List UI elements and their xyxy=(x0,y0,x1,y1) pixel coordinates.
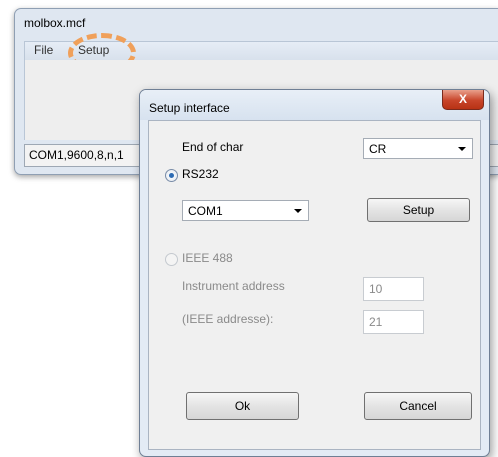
chevron-down-icon xyxy=(458,147,466,151)
rs232-label: RS232 xyxy=(182,167,219,181)
menu-bar: File Setup xyxy=(24,33,498,73)
cancel-button[interactable]: Cancel xyxy=(364,392,472,420)
com-port-value: COM1 xyxy=(188,204,223,218)
setup-interface-dialog: Setup interface X End of char CR RS232 C… xyxy=(139,89,490,457)
dialog-body: End of char CR RS232 COM1 Setup IEEE 488… xyxy=(148,120,481,450)
close-icon: X xyxy=(458,92,467,106)
dialog-title: Setup interface xyxy=(149,101,230,115)
status-text: COM1,9600,8,n,1 xyxy=(29,148,124,162)
end-of-char-value: CR xyxy=(369,142,387,156)
window-title: molbox.mcf xyxy=(24,16,86,30)
instrument-address-label: Instrument address xyxy=(182,279,285,293)
instrument-address-field[interactable] xyxy=(363,277,424,301)
end-of-char-label: End of char xyxy=(182,140,244,154)
ieee488-radio[interactable] xyxy=(165,253,178,266)
com-port-select[interactable]: COM1 xyxy=(182,200,309,221)
dialog-titlebar: Setup interface X xyxy=(140,90,489,120)
end-of-char-select[interactable]: CR xyxy=(363,138,473,159)
menu-file[interactable]: File xyxy=(31,43,56,57)
ok-button[interactable]: Ok xyxy=(186,392,299,420)
ieee488-label: IEEE 488 xyxy=(182,251,233,265)
menu-setup[interactable]: Setup xyxy=(75,43,112,57)
ieee-address-label: (IEEE addresse): xyxy=(182,312,274,326)
serial-setup-button[interactable]: Setup xyxy=(367,198,470,222)
chevron-down-icon xyxy=(294,209,302,213)
ieee-address-field[interactable] xyxy=(363,310,424,334)
close-button[interactable]: X xyxy=(442,90,484,110)
rs232-radio[interactable] xyxy=(165,169,178,182)
